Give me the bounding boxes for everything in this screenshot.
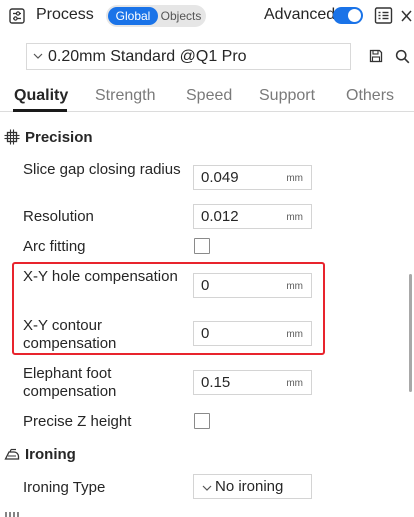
process-header: Process Global Objects Advanced [0, 0, 414, 32]
preset-dropdown[interactable]: 0.20mm Standard @Q1 Pro [26, 43, 351, 70]
slice-gap-value: 0.049 [201, 169, 239, 186]
xy-contour-input[interactable]: 0 mm [193, 321, 312, 346]
walls-icon [5, 512, 19, 517]
ironing-type-value: No ironing [215, 478, 284, 495]
process-settings-icon [9, 8, 25, 24]
chevron-down-icon [33, 53, 43, 59]
tab-strength[interactable]: Strength [95, 87, 155, 105]
xy-hole-label: X-Y hole compensation [23, 268, 178, 285]
precision-section-title: Precision [25, 129, 93, 146]
next-section-edge [0, 508, 414, 517]
global-mode-button[interactable]: Global [108, 7, 158, 25]
ironing-section-title: Ironing [25, 446, 76, 463]
search-icon[interactable] [395, 49, 410, 64]
precise-z-label: Precise Z height [23, 413, 132, 430]
tab-others[interactable]: Others [346, 87, 394, 105]
save-icon[interactable] [369, 49, 383, 63]
resolution-label: Resolution [23, 208, 94, 225]
xy-hole-unit: mm [286, 281, 303, 292]
elephant-foot-value: 0.15 [201, 374, 231, 391]
slice-gap-input[interactable]: 0.049 mm [193, 165, 312, 190]
ironing-icon [4, 448, 20, 460]
objects-mode-button[interactable]: Objects [158, 7, 204, 25]
process-title: Process [36, 6, 94, 23]
arc-fitting-checkbox[interactable] [194, 238, 210, 254]
xy-contour-label: X-Y contour compensation [23, 317, 117, 352]
resolution-value: 0.012 [201, 208, 239, 225]
preset-value: 0.20mm Standard @Q1 Pro [48, 48, 247, 65]
precise-z-checkbox[interactable] [194, 413, 210, 429]
xy-contour-value: 0 [201, 325, 210, 342]
xy-hole-input[interactable]: 0 mm [193, 273, 312, 298]
active-tab-indicator [13, 109, 67, 112]
resolution-unit: mm [286, 212, 303, 223]
slice-gap-unit: mm [286, 173, 303, 184]
elephant-foot-unit: mm [286, 378, 303, 389]
resolution-input[interactable]: 0.012 mm [193, 204, 312, 229]
arc-fitting-label: Arc fitting [23, 238, 86, 255]
ironing-type-label: Ironing Type [23, 479, 106, 496]
scope-segmented-control: Global Objects [106, 5, 206, 27]
elephant-foot-input[interactable]: 0.15 mm [193, 370, 312, 395]
xy-contour-unit: mm [286, 329, 303, 340]
settings-tabs: Quality Strength Speed Support Others [0, 80, 414, 112]
compare-list-icon[interactable] [374, 6, 394, 26]
elephant-foot-label: Elephant foot compensation [23, 365, 117, 400]
slice-gap-label: Slice gap closing radius [23, 161, 181, 178]
advanced-label: Advanced [264, 6, 336, 23]
toggle-knob [348, 9, 361, 22]
advanced-toggle[interactable] [333, 7, 363, 24]
scrollbar-thumb[interactable] [409, 274, 412, 392]
ironing-type-dropdown[interactable]: No ironing [193, 474, 312, 499]
xy-hole-value: 0 [201, 277, 210, 294]
precision-icon [4, 129, 20, 145]
chevron-down-icon [202, 485, 212, 491]
tab-support[interactable]: Support [259, 87, 315, 105]
tab-quality[interactable]: Quality [14, 87, 68, 105]
close-icon[interactable] [399, 6, 413, 26]
tab-speed[interactable]: Speed [186, 87, 232, 105]
